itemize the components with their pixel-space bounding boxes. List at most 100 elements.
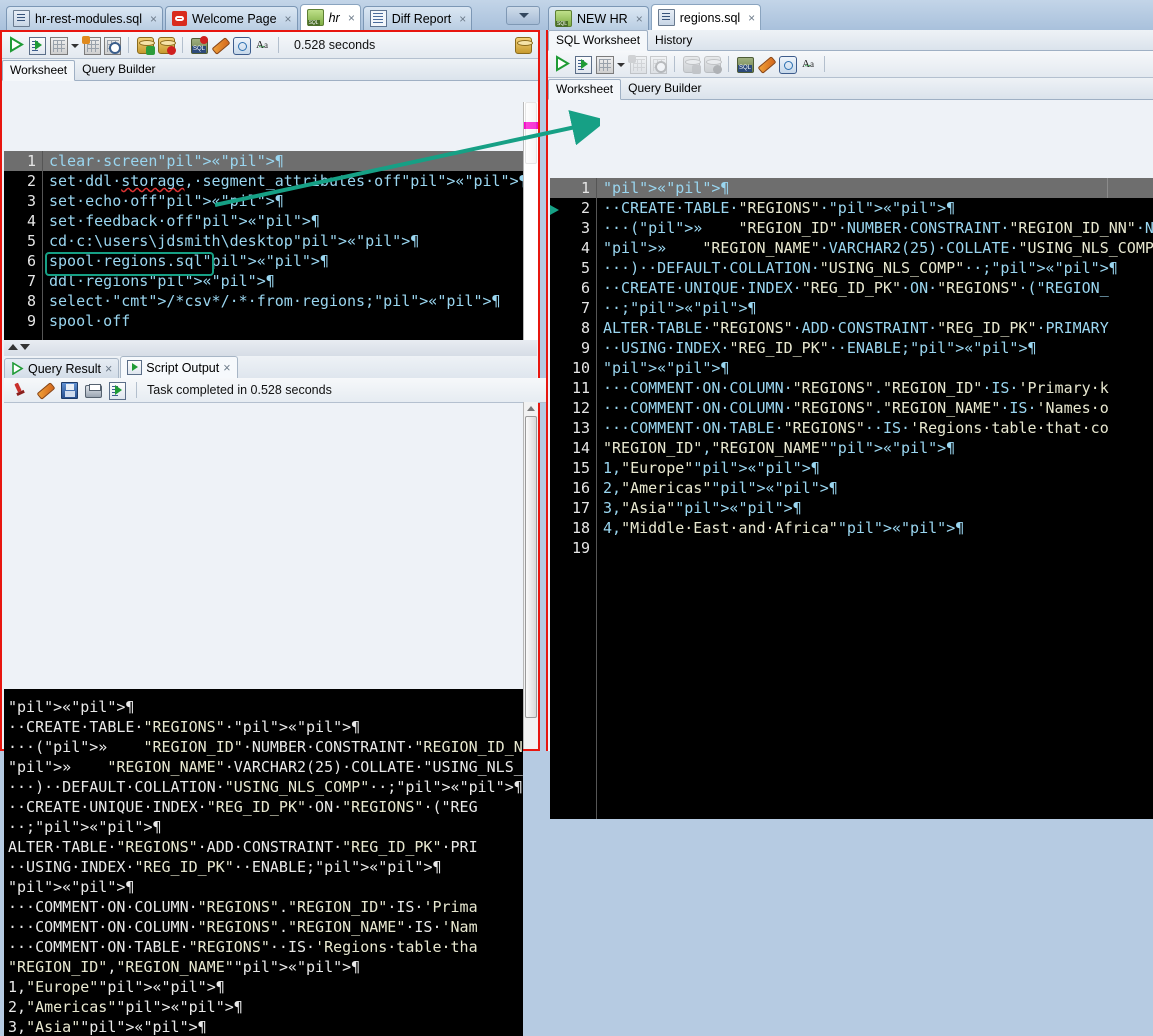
tab-welcome-page[interactable]: Welcome Page × — [165, 6, 298, 30]
close-icon[interactable]: × — [745, 11, 755, 25]
file-sql-icon — [13, 10, 30, 27]
output-line: ··;"pil">«"pil">¶ — [8, 818, 162, 836]
clear-icon[interactable] — [36, 381, 56, 400]
rollback-icon[interactable] — [157, 36, 176, 55]
tab-overflow-button[interactable] — [506, 6, 540, 25]
clear-icon[interactable] — [757, 55, 777, 74]
code-line[interactable]: ddl·regions"pil">«"pil">¶ — [43, 271, 523, 291]
column-ruler — [1107, 178, 1108, 198]
explain-plan-dropdown-icon[interactable] — [616, 55, 625, 73]
autotrace-icon[interactable] — [82, 36, 101, 55]
compile-icon[interactable]: SQL — [736, 55, 754, 73]
tab-new-hr[interactable]: NEW HR × — [548, 6, 649, 30]
code-line[interactable]: spool·regions.sql"pil">«"pil">¶ — [43, 251, 523, 271]
collapse-down-icon[interactable] — [20, 344, 30, 350]
sql-history-icon[interactable] — [232, 36, 251, 55]
run-script-icon[interactable] — [28, 36, 46, 55]
tab-regions-sql[interactable]: regions.sql × — [650, 4, 762, 30]
tab-worksheet[interactable]: Worksheet — [548, 78, 622, 100]
editor-results-splitter[interactable] — [4, 340, 537, 356]
script-output-scrollbar[interactable] — [523, 402, 538, 749]
close-icon[interactable]: × — [147, 12, 157, 26]
collapse-up-icon[interactable] — [8, 344, 18, 350]
right-code-editor[interactable]: 1 2 3 4 5 6 7 8 9 10 11 12 13 14 15 16 17 18 19 "pil">«"pi… — [550, 178, 1153, 819]
left-editor-scrollbar[interactable] — [523, 102, 538, 340]
tab-query-builder[interactable]: Query Builder — [75, 60, 162, 79]
explain-plan-icon[interactable] — [49, 36, 68, 55]
tab-hr[interactable]: hr × — [299, 4, 361, 30]
print-icon[interactable] — [84, 381, 102, 399]
run-statement-icon[interactable] — [553, 55, 571, 73]
right-editor-code[interactable]: "pil">«"pil">¶ ··CREATE·TABLE·"REGIONS"·"… — [597, 178, 1153, 819]
code-line[interactable]: clear·screen"pil">«"pil">¶ — [43, 151, 523, 171]
tab-script-output[interactable]: Script Output × — [120, 356, 238, 378]
code-line[interactable]: ··CREATE·UNIQUE·INDEX·"REG_ID_PK"·ON·"RE… — [597, 278, 1153, 298]
execution-marker-icon — [550, 205, 559, 215]
scrollbar-thumb[interactable] — [525, 416, 537, 718]
code-line[interactable]: ··USING·INDEX·"REG_ID_PK"··ENABLE;"pil">… — [597, 338, 1153, 358]
code-line[interactable]: set·feedback·off"pil">«"pil">¶ — [43, 211, 523, 231]
run-script-icon[interactable] — [574, 55, 592, 74]
explain-plan-dropdown-icon[interactable] — [70, 36, 79, 54]
code-line[interactable]: ALTER·TABLE·"REGIONS"·ADD·CONSTRAINT·"RE… — [597, 318, 1153, 338]
connection-db-icon[interactable] — [514, 36, 533, 54]
code-line[interactable]: ··;"pil">«"pil">¶ — [597, 298, 1153, 318]
code-line[interactable]: spool·off — [43, 311, 523, 331]
tab-hr-rest-modules[interactable]: hr-rest-modules.sql × — [6, 6, 163, 30]
sql-tuning-advisor-icon[interactable] — [103, 36, 121, 55]
format-sql-icon[interactable]: Aa ↔ — [253, 36, 271, 54]
close-icon[interactable]: × — [223, 361, 230, 375]
explain-plan-icon[interactable] — [595, 55, 614, 74]
code-line[interactable]: "REGION_ID","REGION_NAME""pil">«"pil">¶ — [597, 438, 1153, 458]
compile-icon[interactable]: SQL — [190, 36, 208, 54]
script-output-area[interactable]: "pil">«"pil">¶ ··CREATE·TABLE·"REGIONS"·"… — [4, 689, 523, 1036]
line-number: 5 — [26, 232, 36, 250]
tab-history[interactable]: History — [648, 31, 699, 50]
code-line[interactable]: "pil">» "REGION_NAME"·VARCHAR2(25)·COLLA… — [597, 238, 1153, 258]
code-line[interactable]: ···COMMENT·ON·COLUMN·"REGIONS"."REGION_I… — [597, 378, 1153, 398]
tab-diff-report[interactable]: Diff Report × — [362, 6, 473, 30]
code-line[interactable]: 2,"Americas""pil">«"pil">¶ — [597, 478, 1153, 498]
file-sql-icon — [657, 9, 675, 26]
code-line[interactable]: ···COMMENT·ON·COLUMN·"REGIONS"."REGION_N… — [597, 398, 1153, 418]
tab-query-builder[interactable]: Query Builder — [621, 79, 708, 98]
close-icon[interactable]: × — [282, 12, 292, 26]
code-line[interactable]: ···COMMENT·ON·TABLE·"REGIONS"··IS·'Regio… — [597, 418, 1153, 438]
run-statement-icon — [12, 362, 24, 375]
run-statement-icon[interactable] — [7, 36, 25, 54]
tab-sql-worksheet[interactable]: SQL Worksheet — [548, 30, 649, 51]
code-line[interactable]: ··CREATE·TABLE·"REGIONS"·"pil">«"pil">¶ — [597, 198, 1153, 218]
tab-query-result[interactable]: Query Result × — [4, 358, 120, 378]
close-icon[interactable]: × — [105, 362, 112, 376]
close-icon[interactable]: × — [345, 11, 355, 25]
close-icon[interactable]: × — [456, 12, 466, 26]
save-icon[interactable] — [60, 381, 78, 399]
pin-icon[interactable] — [12, 381, 30, 399]
code-line[interactable]: 3,"Asia""pil">«"pil">¶ — [597, 498, 1153, 518]
code-line[interactable]: 4,"Middle·East·and·Africa""pil">«"pil">¶ — [597, 518, 1153, 538]
scrollbar-thumb[interactable] — [525, 102, 537, 164]
sql-history-icon[interactable] — [778, 55, 797, 74]
scroll-up-icon[interactable] — [527, 406, 535, 411]
commit-icon[interactable] — [136, 36, 155, 55]
format-sql-icon[interactable]: Aa ↔ — [799, 55, 817, 73]
line-number: 9 — [580, 339, 590, 357]
code-line[interactable]: set·ddl·storage,·segment_attributes·off"… — [43, 171, 523, 191]
code-line[interactable]: ···("pil">» "REGION_ID"·NUMBER·CONSTRAIN… — [597, 218, 1153, 238]
code-line[interactable]: 1,"Europe""pil">«"pil">¶ — [597, 458, 1153, 478]
output-line: "pil">«"pil">¶ — [8, 878, 135, 896]
close-icon[interactable]: × — [633, 12, 643, 26]
code-line[interactable]: "pil">«"pil">¶ — [597, 358, 1153, 378]
line-number: 3 — [26, 192, 36, 210]
clear-icon[interactable] — [211, 36, 231, 55]
code-line[interactable]: cd·c:\users\jdsmith\desktop"pil">«"pil">… — [43, 231, 523, 251]
code-line[interactable]: set·echo·off"pil">«"pil">¶ — [43, 191, 523, 211]
tab-worksheet[interactable]: Worksheet — [2, 59, 76, 81]
code-line[interactable]: select·"cmt">/*csv*/·*·from·regions;"pil… — [43, 291, 523, 311]
code-line[interactable]: "pil">«"pil">¶ — [597, 178, 1153, 198]
line-number: 9 — [26, 312, 36, 330]
toolbar-separator — [136, 382, 137, 398]
code-line[interactable] — [597, 538, 1153, 558]
code-line[interactable]: ···)··DEFAULT·COLLATION·"USING_NLS_COMP"… — [597, 258, 1153, 278]
run-script-icon[interactable] — [108, 381, 126, 400]
